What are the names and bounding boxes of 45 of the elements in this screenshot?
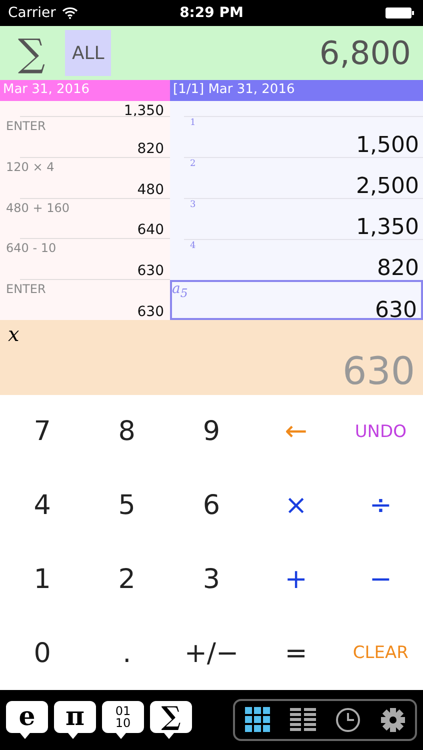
history-expression: 480 + 160 bbox=[6, 200, 70, 215]
total-value: 6,800 bbox=[319, 34, 411, 72]
function-button[interactable]: ∑ bbox=[150, 701, 192, 739]
history-result: 630 bbox=[137, 304, 164, 320]
filter-button[interactable]: ALL bbox=[65, 30, 112, 76]
stack-index: 4 bbox=[190, 241, 197, 251]
stack-value: 1,500 bbox=[356, 135, 419, 157]
stack-row[interactable]: 3 1,350 bbox=[184, 198, 423, 239]
stack-index: 3 bbox=[190, 200, 197, 210]
stack-row[interactable]: 2 2,500 bbox=[184, 157, 423, 198]
stack-header: [1/1] Mar 31, 2016 bbox=[170, 80, 423, 101]
binary-button[interactable]: 01 10 bbox=[102, 701, 144, 739]
clock-time: 8:29 PM bbox=[180, 5, 244, 21]
stack-row[interactable]: 1 1,500 bbox=[184, 116, 423, 157]
selected-stack-row[interactable]: a$_{5}$ 630 bbox=[170, 280, 423, 320]
wifi-icon bbox=[62, 7, 78, 19]
view-tab[interactable] bbox=[242, 705, 272, 735]
stack-value: 1,350 bbox=[356, 217, 419, 239]
history-expression: 120 × 4 bbox=[6, 160, 56, 174]
carrier-label: Carrier bbox=[8, 5, 56, 21]
stack-value: 630 bbox=[375, 300, 417, 322]
stack-index: a$_{5}$ bbox=[172, 283, 189, 300]
stack-index: 1 bbox=[190, 118, 197, 128]
stack-index: 2 bbox=[190, 159, 197, 169]
variable-label: x bbox=[8, 322, 20, 348]
clock-icon bbox=[334, 707, 360, 733]
history-result: 640 bbox=[137, 222, 164, 238]
history-expression: ENTER bbox=[6, 282, 47, 296]
sum-symbol: ∑ bbox=[18, 31, 46, 75]
history-result: 480 bbox=[137, 182, 164, 198]
history-date-header: Mar 31, 2016 bbox=[0, 80, 170, 101]
history-result: 1,350 bbox=[124, 102, 164, 119]
keypad-grid-icon bbox=[244, 707, 270, 733]
function-button[interactable]: π bbox=[54, 701, 96, 739]
list-icon bbox=[290, 707, 316, 733]
history-expression: ENTER bbox=[6, 118, 47, 133]
battery-icon bbox=[385, 7, 416, 19]
history-result: 630 bbox=[137, 263, 164, 280]
history-result: 820 bbox=[137, 140, 164, 157]
stack-row[interactable]: 4 820 bbox=[184, 239, 423, 280]
input-value: 630 bbox=[342, 349, 415, 393]
stack-value: 2,500 bbox=[356, 176, 419, 198]
function-button[interactable]: e bbox=[6, 701, 48, 739]
stack-value: 820 bbox=[377, 258, 419, 280]
history-expression: 640 - 10 bbox=[6, 241, 58, 256]
